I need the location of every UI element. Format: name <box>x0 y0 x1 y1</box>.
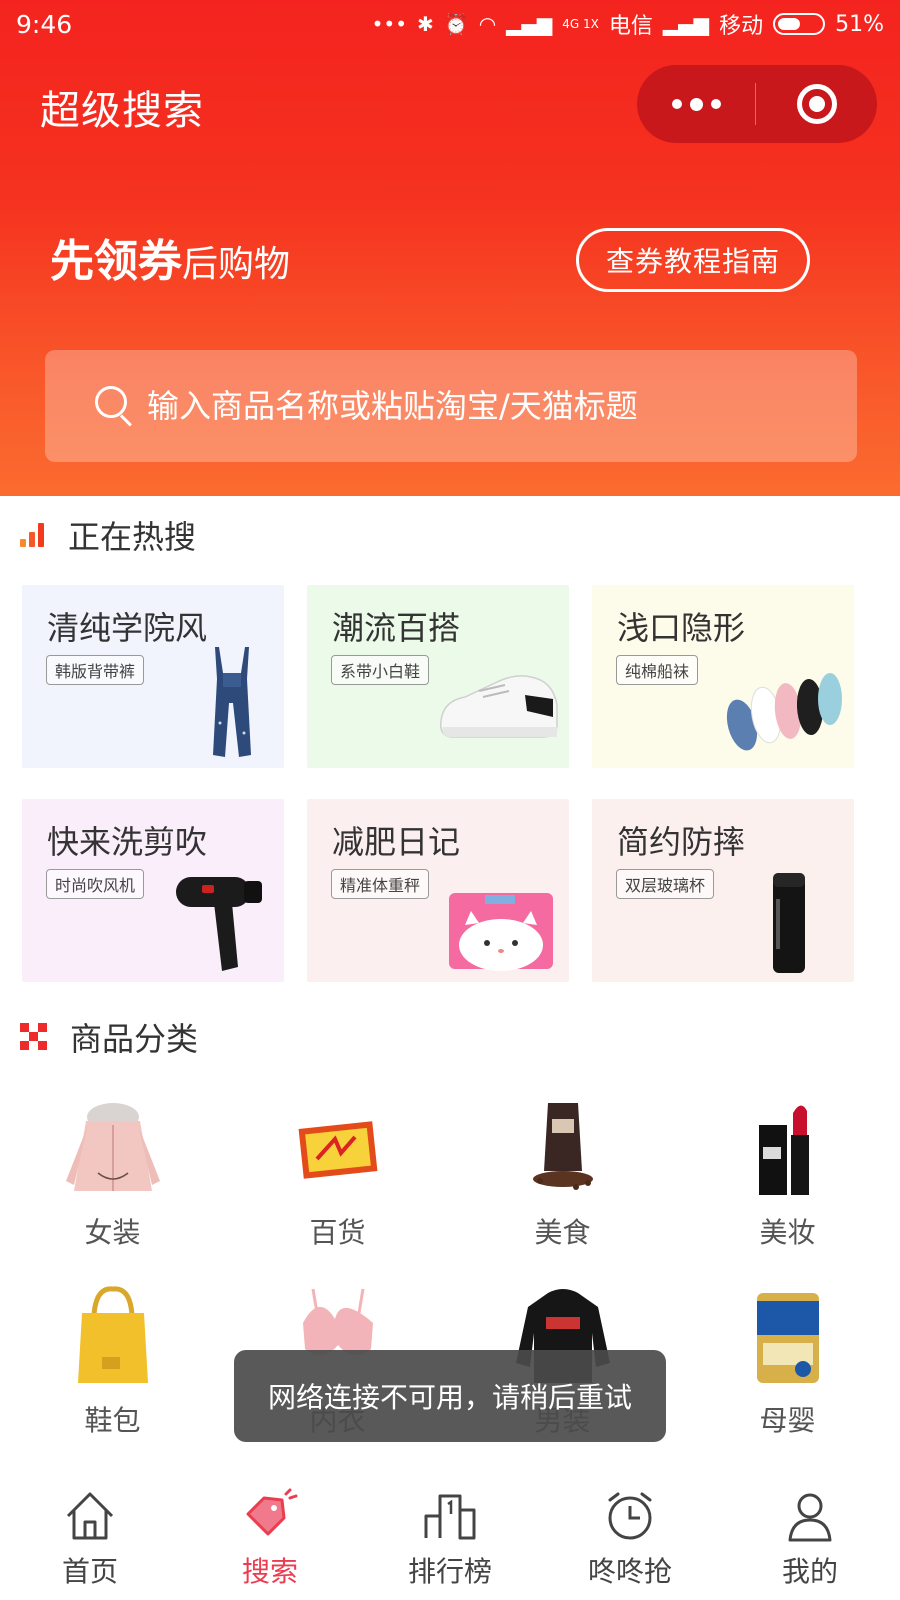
dot-icon <box>689 97 703 111</box>
sneaker-icon <box>439 675 558 738</box>
hot-card[interactable]: 减肥日记 精准体重秤 <box>307 799 569 982</box>
network-error-toast: 网络连接不可用，请稍后重试 <box>234 1350 666 1442</box>
tab-label: 咚咚抢 <box>587 1555 672 1588</box>
coupon-guide-button[interactable]: 查券教程指南 <box>576 228 810 292</box>
grid-icon <box>20 1023 48 1051</box>
category-item[interactable]: 百货 <box>225 1095 450 1271</box>
heat-pack-icon <box>298 1121 377 1179</box>
hot-card-tag: 时尚吹风机 <box>46 869 145 899</box>
section-title: 正在热搜 <box>68 518 197 556</box>
page-title: 超级搜索 <box>40 88 204 134</box>
category-item[interactable]: 鞋包 <box>0 1283 225 1459</box>
category-label: 百货 <box>309 1216 366 1249</box>
podium-icon <box>424 1494 476 1540</box>
category-item[interactable]: 女装 <box>0 1095 225 1271</box>
bottle-icon <box>773 873 805 973</box>
hot-card-tag: 纯棉船袜 <box>616 655 699 685</box>
hot-card-title: 清纯学院风 <box>47 609 208 647</box>
alarm-clock-icon <box>608 1492 652 1540</box>
tab-ranking[interactable]: 排行榜 <box>360 1470 540 1600</box>
status-bar: 9:46 ••• ✱ ⏰ ◠ ▂▄▆ 4G 1X 电信 ▂▄▆ 移动 51% <box>0 0 900 48</box>
bar-chart-icon <box>20 523 46 547</box>
hot-card-tag: 系带小白鞋 <box>331 655 430 685</box>
category-item[interactable]: 美妆 <box>675 1095 900 1271</box>
tab-search[interactable]: 搜索 <box>180 1470 360 1600</box>
category-label: 美食 <box>534 1216 591 1249</box>
section-title: 商品分类 <box>70 1020 199 1058</box>
socks-icon <box>726 673 842 751</box>
tote-bag-icon <box>77 1286 148 1383</box>
hot-card[interactable]: 浅口隐形 纯棉船袜 <box>592 585 854 768</box>
home-icon <box>66 1492 114 1540</box>
tag-icon <box>246 1488 298 1536</box>
carrier-2: 移动 <box>719 14 764 39</box>
scale-icon <box>449 893 553 971</box>
user-icon <box>788 1493 832 1542</box>
hair-dryer-icon <box>176 877 262 971</box>
carrier-1: 电信 <box>608 14 653 39</box>
tab-mine[interactable]: 我的 <box>720 1470 900 1600</box>
tab-label: 排行榜 <box>407 1555 492 1588</box>
battery-icon <box>773 13 826 35</box>
tab-flash-sale[interactable]: 咚咚抢 <box>540 1470 720 1600</box>
hot-card-tag: 双层玻璃杯 <box>616 869 715 899</box>
hot-card-title: 减肥日记 <box>332 823 461 861</box>
target-icon <box>796 84 837 124</box>
category-item[interactable]: 美食 <box>450 1095 675 1271</box>
hot-card[interactable]: 简约防摔 双层玻璃杯 <box>592 799 854 982</box>
slogan-light: 后购物 <box>182 244 291 285</box>
category-label: 女装 <box>84 1216 141 1249</box>
hot-card-tag: 韩版背带裤 <box>46 655 145 685</box>
more-menu-button[interactable] <box>637 65 755 143</box>
category-label: 母婴 <box>759 1404 816 1437</box>
tab-label: 我的 <box>781 1555 838 1588</box>
close-miniprogram-button[interactable] <box>756 65 877 143</box>
category-item[interactable]: 母婴 <box>675 1283 900 1459</box>
hot-card[interactable]: 潮流百搭 系带小白鞋 <box>307 585 569 768</box>
hot-card[interactable]: 快来洗剪吹 时尚吹风机 <box>22 799 284 982</box>
hot-search-header: 正在热搜 <box>20 512 196 558</box>
tab-label: 首页 <box>61 1555 118 1588</box>
signal-icon-2: ▂▄▆ <box>662 12 710 36</box>
hot-card-title: 浅口隐形 <box>617 609 746 647</box>
hot-card-title: 潮流百搭 <box>332 609 461 647</box>
network-type: 4G 1X <box>562 17 599 31</box>
search-input[interactable] <box>147 387 857 425</box>
slogan-strong: 先领券 <box>50 236 182 287</box>
search-icon <box>93 384 137 428</box>
bluetooth-icon: ✱ <box>417 12 434 36</box>
hot-search-grid: 清纯学院风 韩版背带裤 潮流百搭 系带小白鞋 浅口隐形 纯棉船袜 快来洗剪吹 时… <box>22 585 868 982</box>
milk-powder-icon <box>756 1293 819 1383</box>
tab-bar: 首页 搜索 排行榜 咚咚抢 我的 <box>0 1470 900 1600</box>
more-dots-icon: ••• <box>371 12 408 36</box>
hot-card-title: 简约防摔 <box>617 823 746 861</box>
dot-icon <box>671 99 682 109</box>
status-indicators: ••• ✱ ⏰ ◠ ▂▄▆ 4G 1X 电信 ▂▄▆ 移动 51% <box>372 8 884 40</box>
category-label: 鞋包 <box>84 1404 141 1437</box>
tab-label: 搜索 <box>241 1555 298 1588</box>
slogan: 先领券 后购物 <box>50 225 290 289</box>
signal-icon: ▂▄▆ <box>506 12 553 36</box>
hot-card[interactable]: 清纯学院风 韩版背带裤 <box>22 585 284 768</box>
battery-level: 51% <box>835 11 884 37</box>
status-time: 9:46 <box>16 9 73 39</box>
overalls-icon <box>213 647 251 757</box>
category-label: 美妆 <box>759 1216 816 1249</box>
coffee-bag-icon <box>532 1103 593 1190</box>
tab-home[interactable]: 首页 <box>0 1470 180 1600</box>
categories-header: 商品分类 <box>20 1014 198 1060</box>
hot-card-title: 快来洗剪吹 <box>47 823 208 861</box>
dot-icon <box>710 99 721 109</box>
lipstick-icon <box>758 1105 809 1195</box>
hot-card-tag: 精准体重秤 <box>331 869 430 899</box>
wifi-icon: ◠ <box>478 12 497 36</box>
jacket-icon <box>65 1103 160 1191</box>
alarm-icon: ⏰ <box>443 12 469 36</box>
search-bar[interactable] <box>45 350 857 462</box>
miniprogram-capsule <box>637 65 877 143</box>
